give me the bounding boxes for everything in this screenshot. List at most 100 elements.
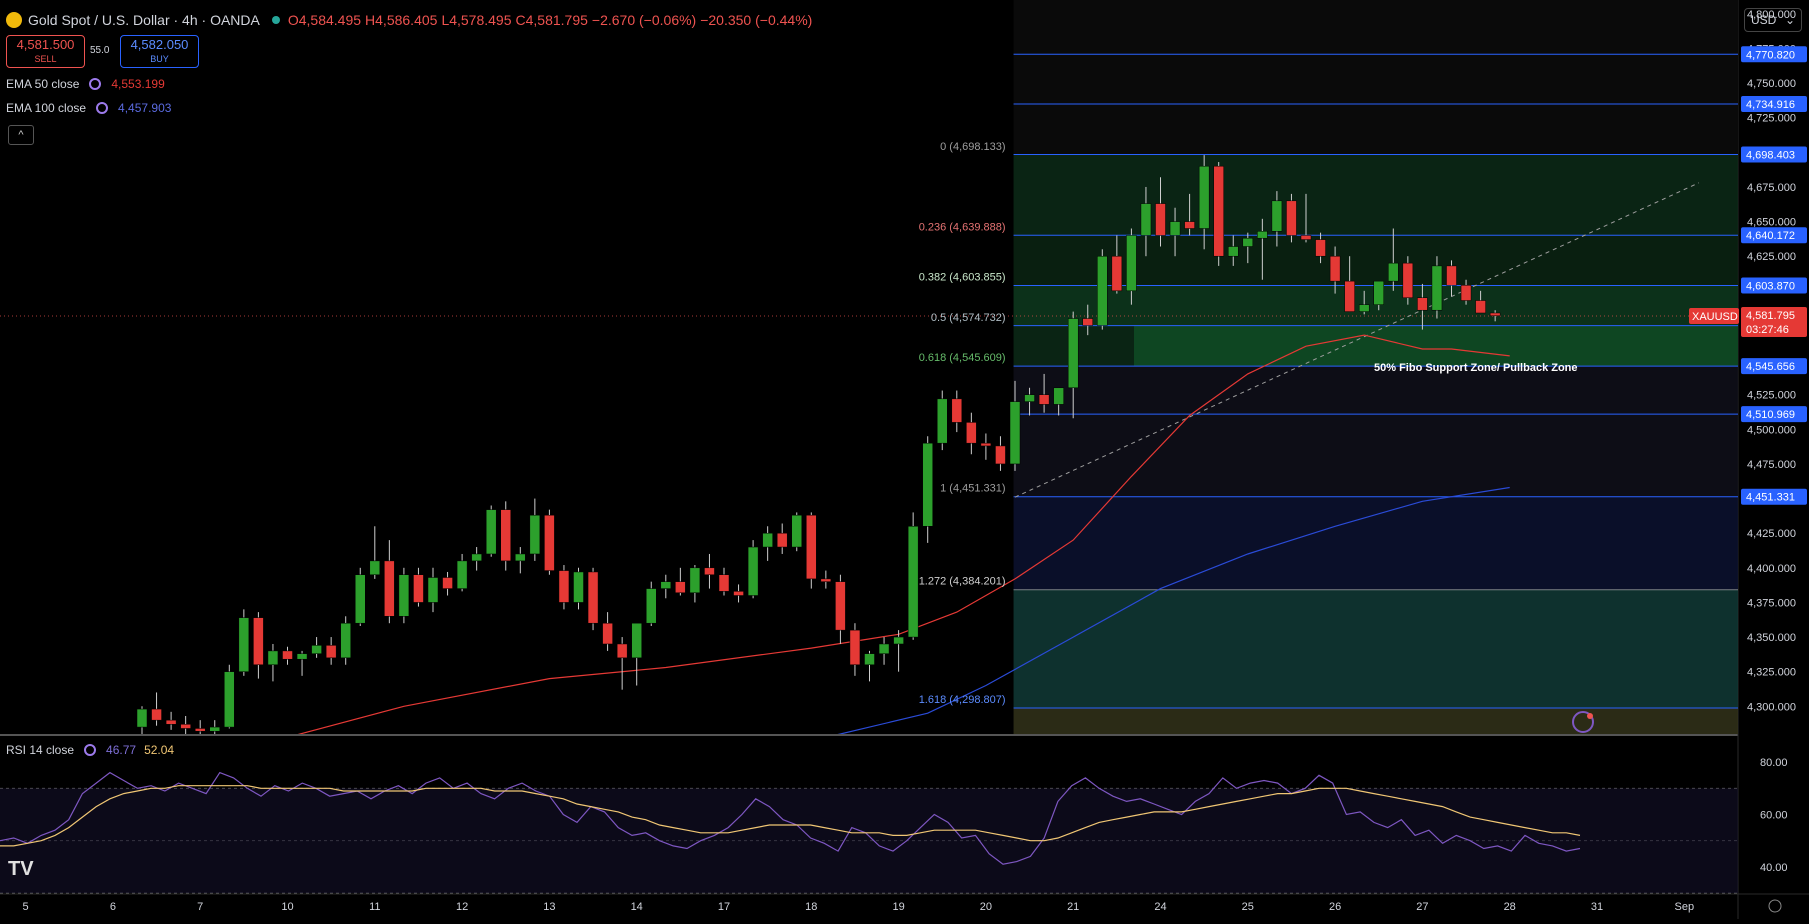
buy-button[interactable]: 4,582.050 BUY <box>120 35 199 68</box>
candle <box>296 653 308 660</box>
buy-price: 4,582.050 <box>130 36 189 52</box>
time-tick-label: Sep <box>1675 901 1695 913</box>
candle <box>806 514 817 580</box>
candle <box>427 577 439 603</box>
candle <box>1067 318 1079 389</box>
sell-button[interactable]: 4,581.500 SELL <box>6 35 85 68</box>
candle <box>1126 235 1137 292</box>
candle <box>1358 304 1370 312</box>
pullback-zone <box>1134 325 1738 367</box>
level-label-text: 4,698.403 <box>1746 150 1795 162</box>
candle <box>791 514 802 548</box>
candle <box>1228 246 1239 257</box>
candle <box>1140 203 1152 236</box>
candle <box>1009 401 1021 465</box>
sell-label: SELL <box>34 53 57 64</box>
candle <box>1024 394 1035 402</box>
fib-level-label: 0.382 (4,603.855) <box>919 271 1006 283</box>
ohlc-close: C4,581.795 <box>515 12 588 28</box>
candle <box>151 708 162 721</box>
rsi-tick-label: 80.00 <box>1760 757 1788 769</box>
candle <box>660 581 672 589</box>
currency-select[interactable]: USD ⌄ <box>1744 8 1802 32</box>
candle <box>1373 280 1384 305</box>
level-label-text: 4,770.820 <box>1746 49 1795 61</box>
candle <box>646 588 657 624</box>
candle <box>1315 239 1326 257</box>
candle <box>340 622 351 659</box>
rsi-legend[interactable]: RSI 14 close 46.77 52.04 <box>6 743 174 757</box>
level-label-text: 4,734.916 <box>1746 99 1795 111</box>
candle <box>136 708 148 728</box>
candle <box>1169 221 1181 236</box>
price-chart[interactable]: 0 (4,698.133) 0.236 (4,639.888) 0.382 (4,6… <box>0 0 1809 919</box>
ema100-value: 4,457.903 <box>118 101 172 115</box>
pullback-zone-label: 50% Fibo Support Zone/ Pullback Zone <box>1374 362 1578 374</box>
ohlc-high: H4,586.405 <box>365 12 438 28</box>
candle <box>966 422 977 444</box>
fib-level-label: 0.618 (4,545.609) <box>919 352 1006 364</box>
currency-label: USD <box>1751 13 1777 27</box>
candle <box>937 398 948 444</box>
candle <box>209 726 220 732</box>
time-tick-label: 14 <box>631 901 643 913</box>
collapse-legend-button[interactable]: ^ <box>8 125 34 145</box>
ema50-legend[interactable]: EMA 50 close 4,553.199 <box>6 77 165 91</box>
fib-level-label: 1.618 (4,298.807) <box>919 694 1006 706</box>
candle <box>1300 235 1312 240</box>
time-tick-label: 12 <box>456 901 468 913</box>
candle <box>1155 203 1166 236</box>
time-tick-label: 26 <box>1329 901 1341 913</box>
ema50-settings-icon[interactable] <box>89 78 102 90</box>
market-status-icon <box>271 16 280 24</box>
spread-value: 55.0 <box>90 45 110 56</box>
fib-zone-top <box>1013 0 1738 155</box>
level-label-text: 4,545.656 <box>1746 361 1795 373</box>
candle <box>689 567 701 593</box>
candle <box>573 571 584 603</box>
fib-zone <box>1013 366 1738 497</box>
countdown-label: 03:27:46 <box>1746 324 1789 336</box>
price-tick-label: 4,725.000 <box>1747 113 1796 125</box>
candle <box>980 442 992 447</box>
candle <box>1242 237 1254 247</box>
candle <box>776 532 788 548</box>
fib-level-label: 1 (4,451.331) <box>940 483 1005 495</box>
time-tick-label: 11 <box>369 901 380 913</box>
candle <box>1388 262 1399 282</box>
candle <box>762 532 773 548</box>
time-tick-label: 28 <box>1504 901 1516 913</box>
time-tick-label: 24 <box>1154 901 1166 913</box>
rsi-label: RSI 14 close <box>6 743 75 757</box>
time-tick-label: 18 <box>805 901 817 913</box>
candle <box>893 636 904 645</box>
candle <box>849 629 861 666</box>
candle <box>1053 387 1064 405</box>
ema50-label: EMA 50 close <box>6 77 80 91</box>
candle <box>1460 285 1472 301</box>
candle <box>864 653 875 666</box>
rsi-settings-icon[interactable] <box>84 744 97 756</box>
candle <box>1329 255 1341 282</box>
candle <box>1446 265 1457 286</box>
price-tick-label: 4,500.000 <box>1747 424 1796 436</box>
candle <box>558 570 570 603</box>
candle <box>835 581 846 631</box>
chart-stage[interactable]: 0 (4,698.133) 0.236 (4,639.888) 0.382 (4,6… <box>0 0 1809 919</box>
candle <box>1184 221 1195 229</box>
gold-icon <box>6 12 22 28</box>
ohlc-change-daily: −20.350 (−0.44%) <box>700 12 813 28</box>
ema100-legend[interactable]: EMA 100 close 4,457.903 <box>6 101 171 115</box>
candle <box>704 567 715 575</box>
symbol-title[interactable]: Gold Spot / U.S. Dollar · 4h · OANDA <box>28 12 260 28</box>
price-tick-label: 4,375.000 <box>1747 597 1796 609</box>
candle <box>616 643 628 659</box>
candle <box>194 728 206 732</box>
candle <box>1213 165 1224 257</box>
level-label-text: 4,451.331 <box>1746 492 1795 504</box>
price-tick-label: 4,300.000 <box>1747 701 1796 713</box>
level-label-text: 4,510.969 <box>1746 409 1795 421</box>
candle <box>1489 312 1501 317</box>
candle <box>1082 318 1093 326</box>
ema100-settings-icon[interactable] <box>96 102 109 114</box>
